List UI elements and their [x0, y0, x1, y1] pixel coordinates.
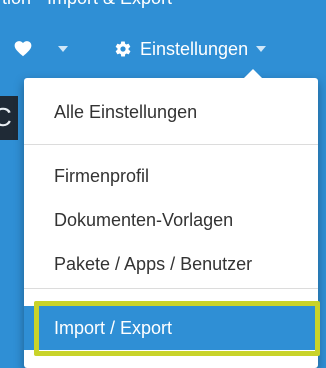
gear-icon	[115, 41, 131, 57]
background-peek-letter: C	[0, 102, 12, 132]
menu-item-label: Dokumenten-Vorlagen	[54, 209, 234, 230]
menu-item-alle-einstellungen[interactable]: Alle Einstellungen	[24, 90, 318, 134]
settings-label: Einstellungen	[140, 38, 249, 59]
menu-item-label: Alle Einstellungen	[54, 101, 198, 122]
settings-dropdown-menu: Alle Einstellungen Firmenprofil Dokument…	[24, 69, 318, 368]
settings-menu-toggle[interactable]: Einstellungen	[114, 36, 267, 62]
menu-divider	[24, 288, 318, 289]
chevron-down-icon	[256, 46, 267, 52]
menu-item-dokumenten-vorlagen[interactable]: Dokumenten-Vorlagen	[24, 198, 318, 242]
breadcrumb-text: tion - Import & Export	[2, 0, 172, 9]
chevron-down-icon	[58, 46, 68, 52]
heart-icon	[14, 41, 32, 57]
breadcrumb-partial: tion - Import & Export	[0, 0, 326, 10]
menu-item-pakete-apps-benutzer[interactable]: Pakete / Apps / Benutzer	[24, 242, 318, 286]
menu-item-label: Pakete / Apps / Benutzer	[54, 253, 253, 274]
menu-item-import-export[interactable]: Import / Export	[24, 306, 318, 350]
menu-item-firmenprofil[interactable]: Firmenprofil	[24, 154, 318, 198]
menu-item-label: Firmenprofil	[54, 165, 150, 186]
menu-item-label: Import / Export	[54, 317, 173, 338]
favorites-menu-toggle[interactable]	[14, 36, 76, 62]
menu-divider	[24, 144, 318, 145]
background-content-peek: C	[0, 96, 18, 140]
top-navbar: Einstellungen	[0, 30, 326, 70]
